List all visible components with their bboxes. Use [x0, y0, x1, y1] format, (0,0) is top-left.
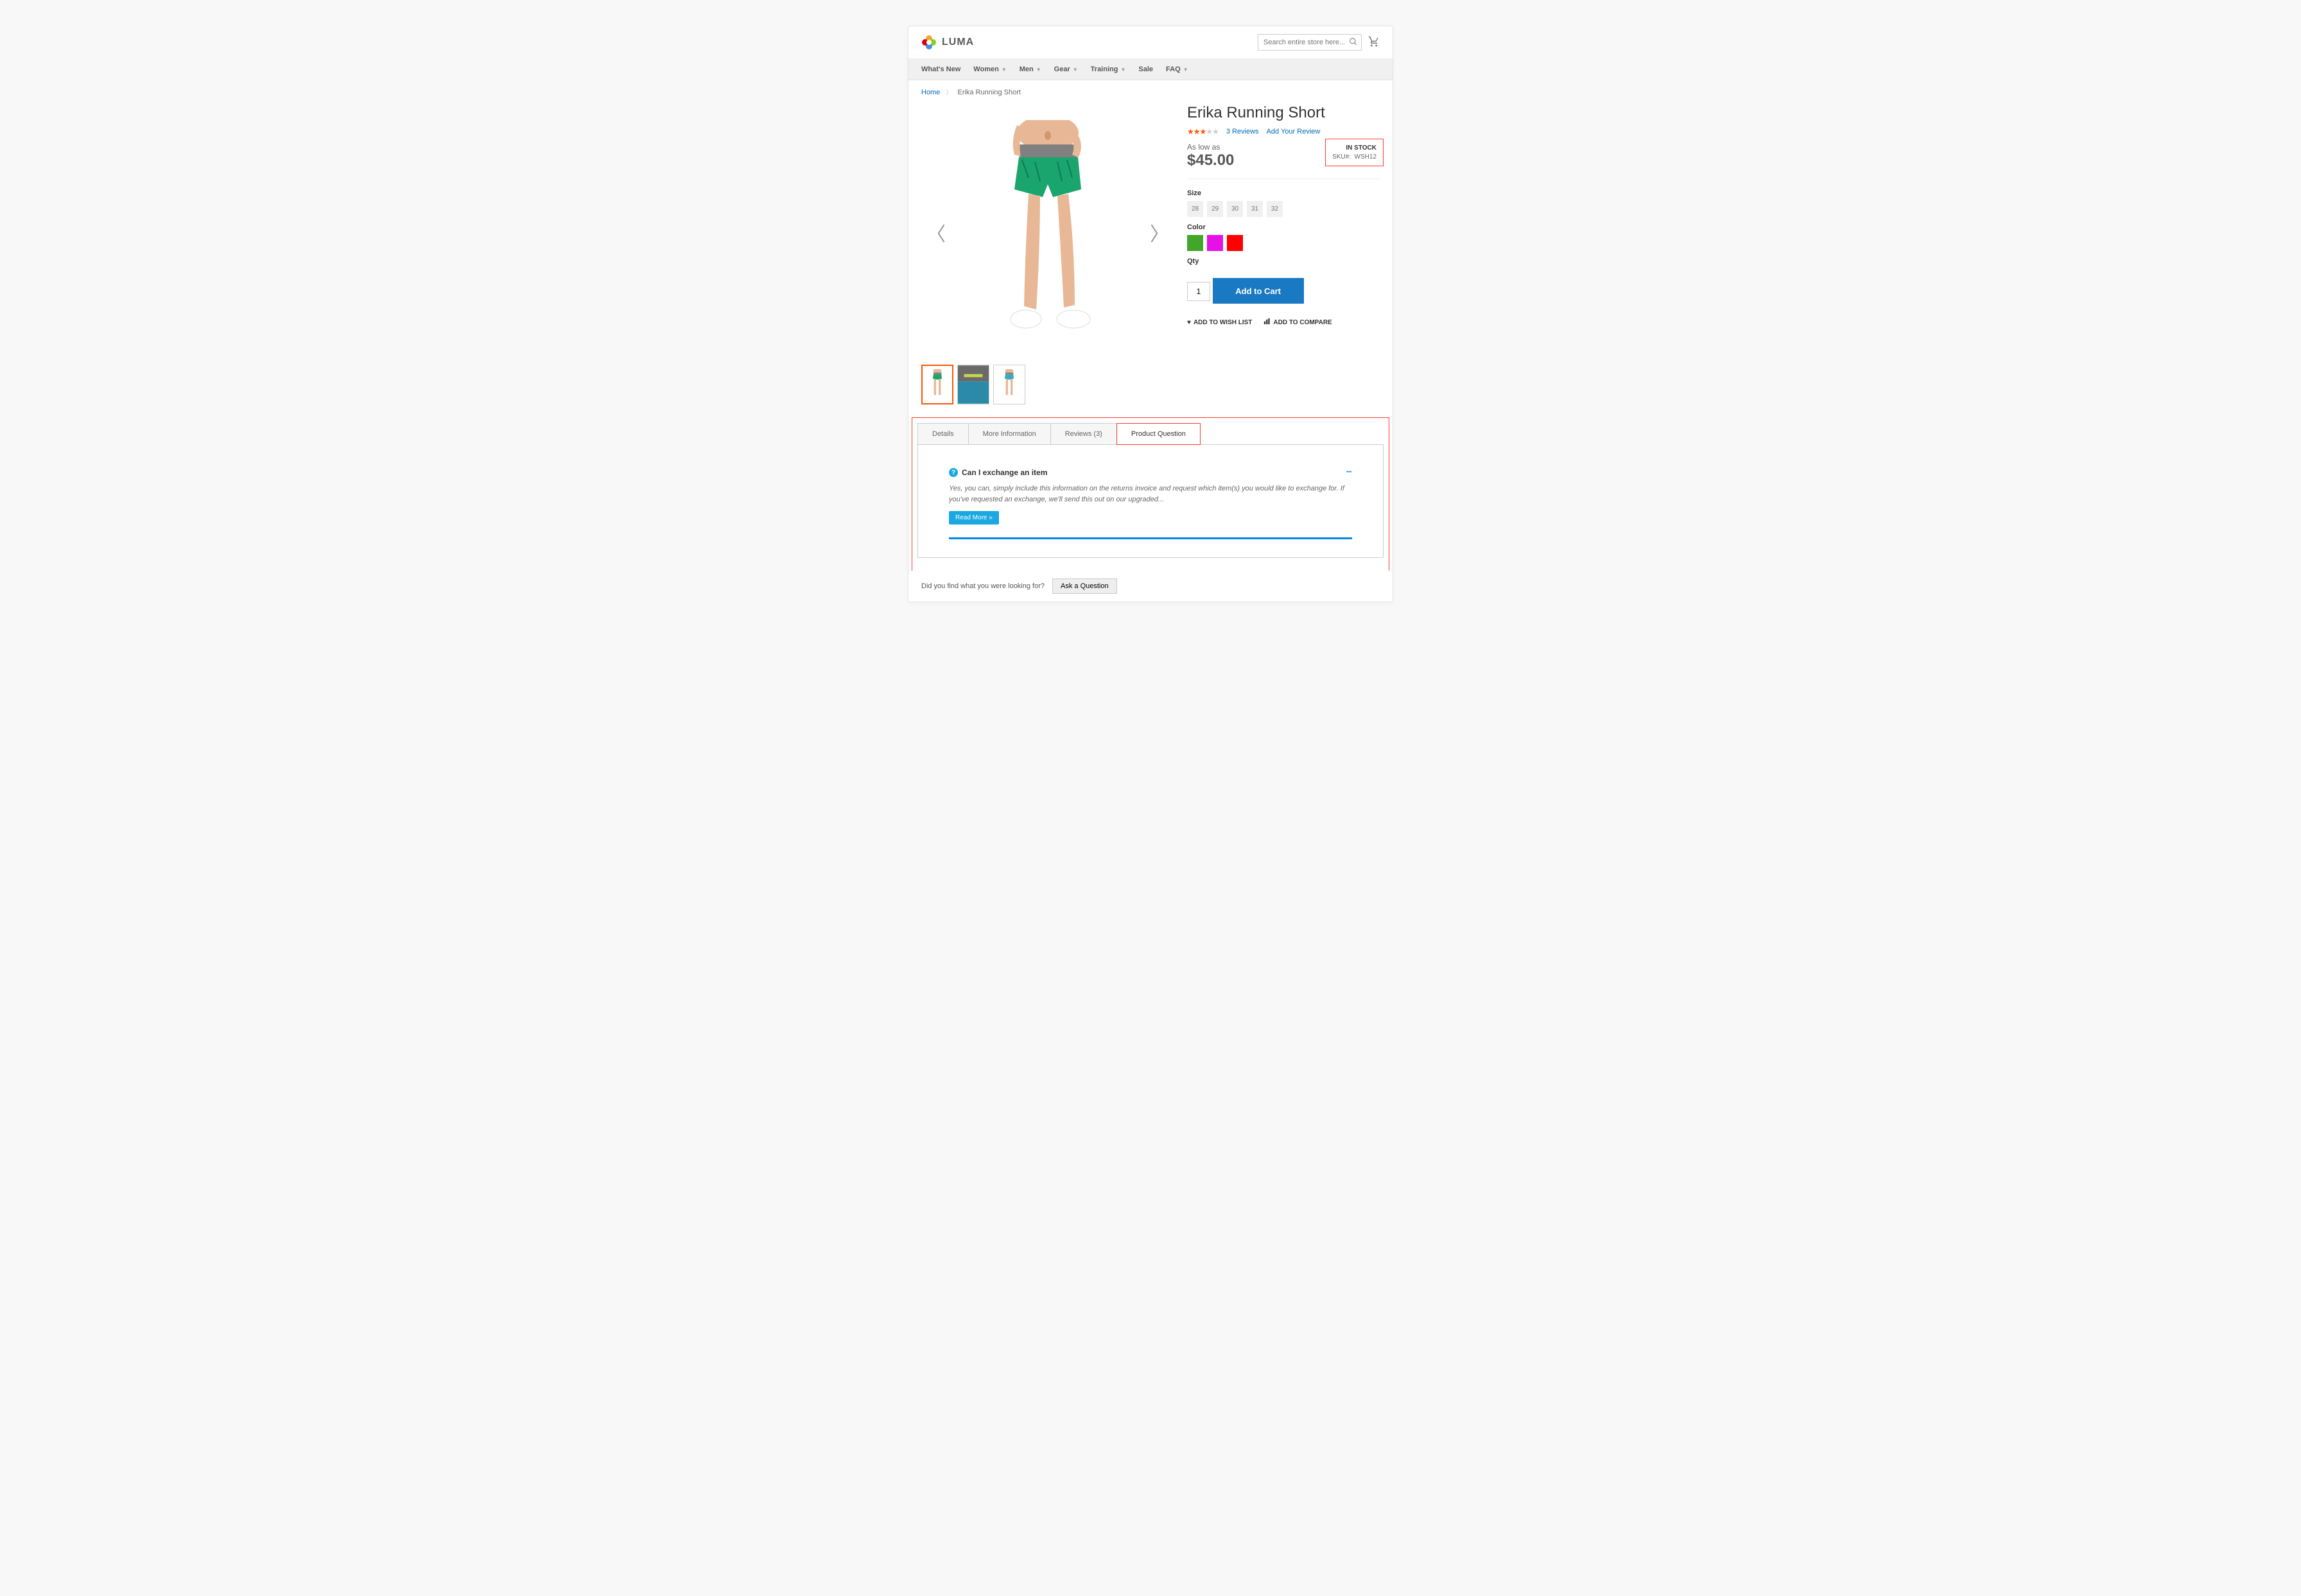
question-title[interactable]: ? Can I exchange an item − [949, 468, 1352, 477]
nav-label: Training [1091, 65, 1118, 73]
size-label: Size [1187, 189, 1380, 197]
rating-row: ★★★★★ 3 Reviews Add Your Review [1187, 127, 1380, 136]
stock-sku-box: IN STOCK SKU#: WSH12 [1325, 139, 1384, 166]
size-30[interactable]: 30 [1227, 201, 1243, 217]
qty-input[interactable] [1187, 282, 1210, 301]
search-icon[interactable] [1349, 37, 1358, 48]
compare-link[interactable]: ADD TO COMPARE [1263, 318, 1332, 327]
breadcrumb-home[interactable]: Home [921, 89, 940, 96]
question-answer: Yes, you can, simply include this inform… [949, 483, 1352, 505]
size-28[interactable]: 28 [1187, 201, 1203, 217]
ask-prompt: Did you find what you were looking for? [921, 582, 1045, 590]
color-swatch[interactable] [1207, 235, 1223, 251]
logo-text: LUMA [942, 37, 974, 48]
ask-question-row: Did you find what you were looking for? … [908, 571, 1393, 602]
nav-gear[interactable]: Gear▼ [1054, 59, 1078, 80]
thumbnail-1[interactable] [921, 365, 953, 404]
color-label: Color [1187, 223, 1380, 231]
tab-product-question[interactable]: Product Question [1116, 423, 1201, 445]
gallery-next-icon[interactable]: 〉 [1150, 218, 1169, 247]
add-review-link[interactable]: Add Your Review [1267, 128, 1321, 135]
cart-icon[interactable] [1368, 36, 1380, 49]
compare-label: ADD TO COMPARE [1273, 319, 1332, 326]
chevron-down-icon: ▼ [1073, 67, 1078, 73]
nav-label: Gear [1054, 65, 1070, 73]
color-swatch[interactable] [1187, 235, 1203, 251]
reviews-link[interactable]: 3 Reviews [1226, 128, 1259, 135]
chevron-down-icon: ▼ [1183, 67, 1188, 73]
chevron-down-icon: ▼ [1036, 67, 1041, 73]
collapse-icon[interactable]: − [1346, 467, 1352, 478]
gallery: 〈 [921, 104, 1174, 404]
wishlist-label: ADD TO WISH LIST [1194, 319, 1252, 326]
size-swatches: 2829303132 [1187, 201, 1380, 217]
wishlist-link[interactable]: ♥ ADD TO WISH LIST [1187, 318, 1252, 327]
ask-question-button[interactable]: Ask a Question [1052, 578, 1117, 594]
color-swatches [1187, 235, 1380, 251]
nav-label: Sale [1138, 65, 1153, 73]
gallery-prev-icon[interactable]: 〈 [926, 218, 946, 247]
stock-status: IN STOCK [1332, 144, 1376, 152]
logo[interactable]: LUMA [921, 35, 974, 50]
nav-label: FAQ [1166, 65, 1181, 73]
nav-label: What's New [921, 65, 960, 73]
breadcrumb: Home 〉 Erika Running Short [908, 80, 1393, 104]
page-container: LUMA What's NewWomen▼Men▼Gear▼Training▼S… [908, 26, 1393, 602]
price-stock-box: As low as $45.00 IN STOCK SKU#: WSH12 [1187, 143, 1380, 179]
question-text: Can I exchange an item [962, 468, 1047, 477]
search-input[interactable] [1258, 34, 1362, 51]
product-image[interactable] [958, 120, 1138, 345]
tabs-container: DetailsMore InformationReviews (3)Produc… [912, 417, 1389, 571]
header: LUMA [908, 26, 1393, 59]
nav-label: Men [1020, 65, 1034, 73]
chevron-down-icon: ▼ [1002, 67, 1007, 73]
read-more-button[interactable]: Read More » [949, 511, 999, 525]
compare-icon [1263, 318, 1271, 327]
sku-label: SKU#: [1332, 153, 1351, 160]
nav-men[interactable]: Men▼ [1020, 59, 1041, 80]
divider-bar [949, 537, 1352, 539]
nav-faq[interactable]: FAQ▼ [1166, 59, 1188, 80]
logo-icon [921, 35, 937, 50]
question-icon: ? [949, 468, 958, 477]
nav-sale[interactable]: Sale [1138, 59, 1153, 80]
size-31[interactable]: 31 [1247, 201, 1263, 217]
nav-label: Women [973, 65, 999, 73]
nav-training[interactable]: Training▼ [1091, 59, 1126, 80]
product-info: Erika Running Short ★★★★★ 3 Reviews Add … [1187, 104, 1380, 404]
tab-bar: DetailsMore InformationReviews (3)Produc… [917, 423, 1384, 445]
size-29[interactable]: 29 [1207, 201, 1223, 217]
tab-content: ? Can I exchange an item − Yes, you can,… [917, 445, 1384, 558]
chevron-down-icon: ▼ [1120, 67, 1125, 73]
tab-reviews-[interactable]: Reviews (3) [1050, 423, 1117, 444]
tab-details[interactable]: Details [917, 423, 969, 444]
qty-label: Qty [1187, 257, 1380, 265]
product-title: Erika Running Short [1187, 104, 1380, 122]
breadcrumb-sep: 〉 [946, 89, 951, 96]
star-rating: ★★★★★ [1187, 127, 1219, 136]
nav-women[interactable]: Women▼ [973, 59, 1006, 80]
size-32[interactable]: 32 [1267, 201, 1283, 217]
sku-value: WSH12 [1355, 153, 1376, 160]
thumbnail-3[interactable] [993, 365, 1025, 404]
nav-what-s-new[interactable]: What's New [921, 59, 960, 80]
add-to-cart-button[interactable]: Add to Cart [1213, 278, 1304, 304]
gallery-stage: 〈 [921, 104, 1174, 361]
header-actions [1258, 34, 1380, 51]
thumbnails [921, 365, 1174, 404]
color-swatch[interactable] [1227, 235, 1243, 251]
tab-more-information[interactable]: More Information [968, 423, 1051, 444]
product-main: 〈 [908, 104, 1393, 417]
sku: SKU#: WSH12 [1332, 153, 1376, 160]
search-box [1258, 34, 1362, 51]
main-nav: What's NewWomen▼Men▼Gear▼Training▼SaleFA… [908, 59, 1393, 80]
thumbnail-2[interactable] [957, 365, 989, 404]
heart-icon: ♥ [1187, 319, 1191, 326]
secondary-actions: ♥ ADD TO WISH LIST ADD TO COMPARE [1187, 318, 1380, 327]
breadcrumb-current: Erika Running Short [957, 89, 1020, 96]
